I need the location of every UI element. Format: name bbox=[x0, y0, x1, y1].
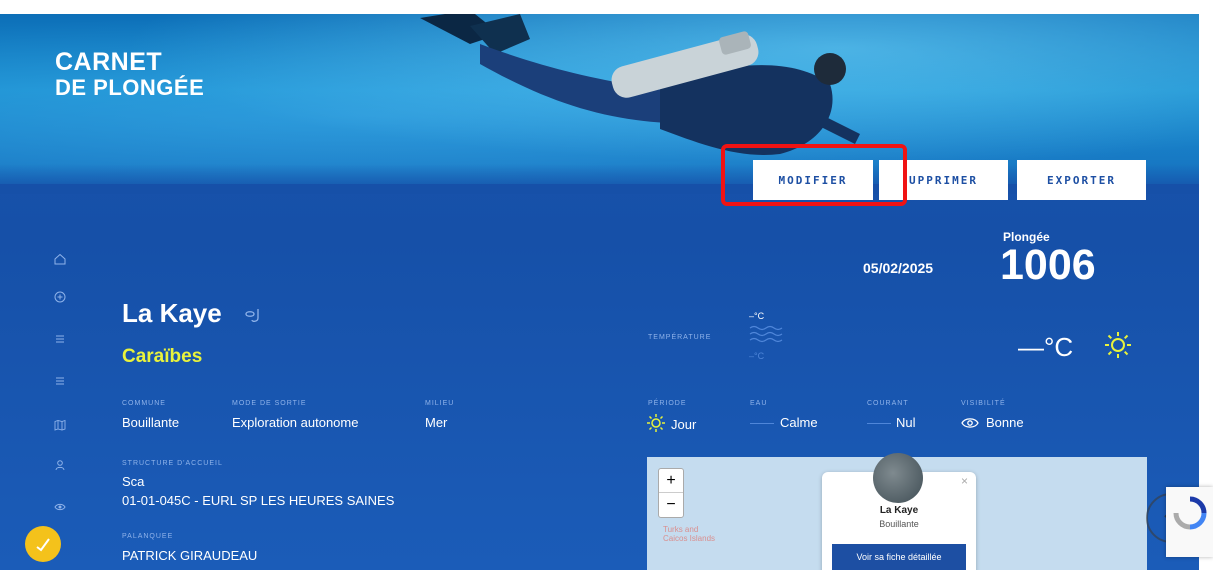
brand-line-2: DE PLONGÉE bbox=[55, 75, 205, 100]
current-label: COURANT bbox=[867, 400, 909, 407]
highlight-box bbox=[721, 144, 907, 206]
water-line-icon bbox=[750, 423, 774, 424]
period-value: Jour bbox=[671, 417, 697, 432]
popup-subtitle: Bouillante bbox=[879, 519, 919, 529]
milieu-value: Mer bbox=[425, 415, 448, 430]
home-icon[interactable] bbox=[52, 253, 68, 269]
structure-detail: 01-01-045C - EURL SP LES HEURES SAINES bbox=[122, 493, 395, 508]
sidebar bbox=[52, 249, 72, 569]
temp-bottom-value: –°C bbox=[749, 351, 765, 361]
user-icon[interactable] bbox=[52, 459, 68, 475]
dive-date: 05/02/2025 bbox=[863, 260, 934, 276]
eye-icon[interactable] bbox=[52, 501, 68, 517]
dive-log-page: CARNET DE PLONGÉE MODIFIER UPPRIMER EXPO… bbox=[0, 14, 1199, 570]
structure-name: Sca bbox=[122, 474, 145, 489]
dive-site-photo bbox=[873, 453, 923, 503]
commune-label: COMMUNE bbox=[122, 400, 166, 407]
zoom-out-button[interactable]: − bbox=[659, 493, 683, 517]
list-icon[interactable] bbox=[52, 333, 68, 349]
mode-value: Exploration autonome bbox=[232, 415, 359, 430]
zoom-controls: + − bbox=[658, 468, 684, 518]
zoom-in-button[interactable]: + bbox=[659, 469, 683, 493]
region-name: Caraïbes bbox=[122, 346, 203, 367]
recaptcha-icon bbox=[1173, 496, 1207, 530]
temp-top-value: –°C bbox=[749, 311, 765, 321]
current-value: Nul bbox=[896, 415, 916, 430]
popup-detail-button[interactable]: Voir sa fiche détaillée bbox=[832, 544, 966, 570]
popup-close-button[interactable]: × bbox=[961, 474, 968, 488]
snorkel-icon bbox=[244, 308, 264, 329]
water-waves-icon bbox=[749, 324, 783, 351]
sun-small-icon bbox=[646, 413, 666, 438]
list-alt-icon[interactable] bbox=[52, 375, 68, 391]
dive-number: 1006 bbox=[1000, 241, 1096, 289]
visibility-label: VISIBILITÉ bbox=[961, 400, 1006, 407]
quick-action-icon[interactable] bbox=[25, 526, 61, 562]
period-label: PÉRIODE bbox=[648, 400, 687, 407]
sun-icon bbox=[1103, 330, 1133, 365]
map-icon[interactable] bbox=[52, 419, 68, 435]
brand-line-1: CARNET bbox=[55, 48, 163, 76]
site-name: La Kaye bbox=[122, 298, 222, 328]
structure-label: STRUCTURE D'ACCUEIL bbox=[122, 460, 223, 467]
water-value: Calme bbox=[780, 415, 818, 430]
eye-visibility-icon bbox=[961, 416, 979, 435]
add-circle-icon[interactable] bbox=[52, 291, 68, 307]
milieu-label: MILIEU bbox=[425, 400, 455, 407]
palanquee-value: PATRICK GIRAUDEAU bbox=[122, 548, 258, 563]
temperature-label: TEMPÉRATURE bbox=[648, 334, 712, 341]
recaptcha-badge[interactable] bbox=[1166, 487, 1213, 557]
temp-big-value: —°C bbox=[1018, 332, 1074, 362]
palanquee-label: PALANQUEE bbox=[122, 533, 174, 540]
water-label: EAU bbox=[750, 400, 768, 407]
popup-title: La Kaye bbox=[879, 505, 919, 516]
visibility-value: Bonne bbox=[986, 415, 1024, 430]
current-line-icon bbox=[867, 423, 891, 424]
commune-value: Bouillante bbox=[122, 415, 180, 430]
brand-title[interactable]: CARNET DE PLONGÉE bbox=[55, 48, 205, 101]
mode-label: MODE DE SORTIE bbox=[232, 400, 307, 407]
map-place-label: Turks and Caicos Islands bbox=[663, 525, 716, 543]
export-button[interactable]: EXPORTER bbox=[1017, 160, 1146, 200]
